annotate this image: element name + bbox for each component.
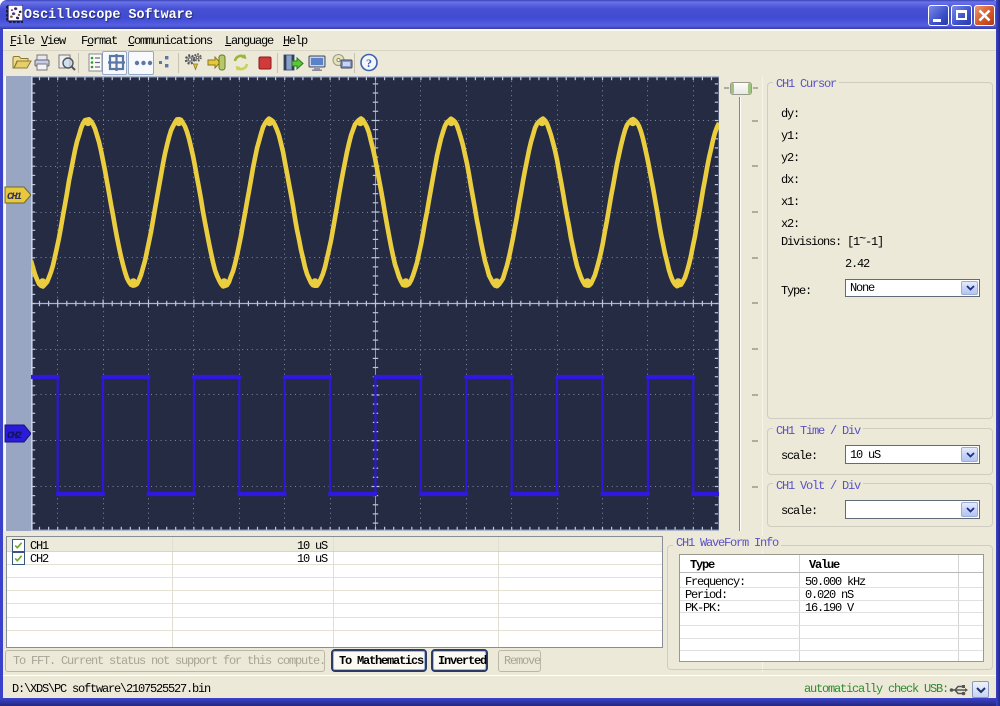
svg-text:CH2: CH2	[7, 431, 22, 442]
svg-text:?: ?	[366, 56, 372, 70]
svg-text:CH1: CH1	[7, 192, 22, 203]
